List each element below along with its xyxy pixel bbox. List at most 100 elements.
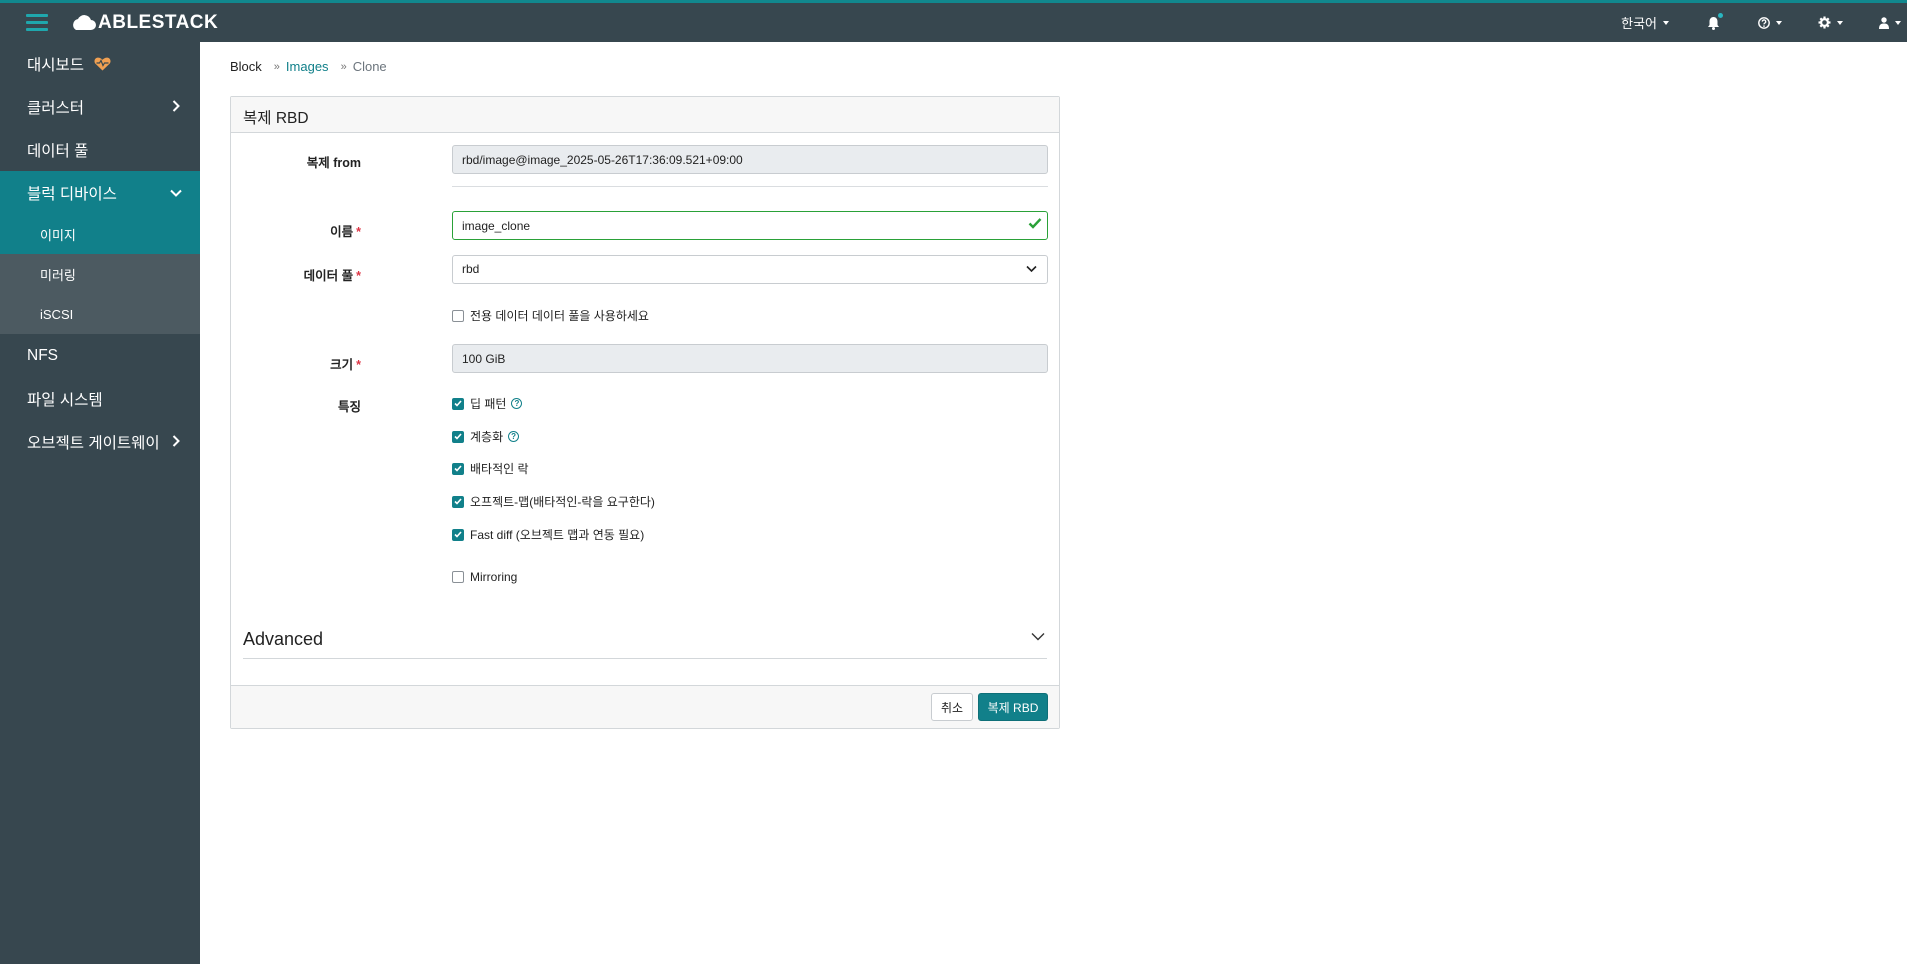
language-label: 한국어 <box>1621 16 1657 31</box>
sidebar-item-data-pool[interactable]: 데이터 풀 <box>0 128 200 171</box>
breadcrumb-block: Block <box>230 59 262 74</box>
clone-rbd-form: 복제 RBD 복제 from 이름* 데이터 풀* rbd 전용 데이터 데이터… <box>230 96 1060 729</box>
feature-label: 배타적인 락 <box>470 462 529 476</box>
sidebar-subitem-iscsi[interactable]: iSCSI <box>0 294 200 334</box>
menu-icon[interactable] <box>26 14 48 32</box>
gear-icon <box>1818 16 1831 29</box>
size-label-text: 크기 <box>330 358 354 372</box>
sidebar-subitem-images[interactable]: 이미지 <box>0 214 200 254</box>
pool-select-value: rbd <box>462 262 480 276</box>
brand-name: ABLESTACK <box>98 12 219 33</box>
size-field <box>452 344 1048 373</box>
checkbox-checked <box>452 495 464 508</box>
feature-label: Fast diff (오브젝트 맵과 연동 필요) <box>470 528 645 542</box>
required-mark: * <box>356 225 361 239</box>
heart-pulse-icon <box>94 57 111 70</box>
sidebar-submenu: 이미지 미러링 iSCSI <box>0 214 200 334</box>
name-input[interactable] <box>452 211 1048 240</box>
dedicated-pool-label: 전용 데이터 데이터 풀을 사용하세요 <box>470 309 649 323</box>
submit-clone-button[interactable]: 복제 RBD <box>978 693 1048 721</box>
breadcrumb-separator-icon: » <box>340 60 347 73</box>
checkbox-checked <box>452 462 464 475</box>
caret-down-icon <box>1776 20 1782 25</box>
sidebar-item-object-gateway[interactable]: 오브젝트 게이트웨이 <box>0 420 200 463</box>
caret-down-icon <box>1663 20 1669 25</box>
sidebar: 대시보드 클러스터 데이터 풀 블럭 디바이스 이미지 미러링 iSCSI NF… <box>0 42 200 964</box>
feature-label: 오프젝트-맵(배타적인-락을 요구한다) <box>470 495 655 509</box>
sidebar-item-cluster[interactable]: 클러스터 <box>0 85 200 128</box>
brand-logo[interactable]: ABLESTACK <box>70 12 218 34</box>
feature-deep-flatten-checkbox[interactable]: 딥 패턴 ? <box>452 395 523 412</box>
feature-object-map-checkbox[interactable]: 오프젝트-맵(배타적인-락을 요구한다) <box>452 493 655 510</box>
checkbox-box <box>452 571 464 583</box>
sidebar-item-label: 블럭 디바이스 <box>27 185 117 203</box>
help-icon <box>1758 16 1770 29</box>
sidebar-subitem-mirroring[interactable]: 미러링 <box>0 254 200 294</box>
form-title: 복제 RBD <box>231 97 1059 133</box>
breadcrumb-current: Clone <box>352 59 387 74</box>
chevron-right-icon <box>172 100 180 112</box>
help-dropdown[interactable] <box>1758 3 1782 42</box>
bell-icon <box>1708 16 1719 30</box>
settings-dropdown[interactable] <box>1818 3 1843 42</box>
language-dropdown[interactable]: 한국어 <box>1621 3 1669 42</box>
advanced-section-toggle[interactable]: Advanced <box>243 629 1047 659</box>
breadcrumb-separator-icon: » <box>273 60 280 73</box>
sidebar-item-dashboard[interactable]: 대시보드 <box>0 42 200 85</box>
sidebar-subitem-label: iSCSI <box>40 306 74 322</box>
cloud-logo-icon <box>73 15 96 30</box>
top-navbar: ABLESTACK 한국어 <box>0 0 1907 42</box>
help-circle-icon[interactable]: ? <box>511 398 523 409</box>
mirroring-checkbox[interactable]: Mirroring <box>452 570 517 584</box>
sidebar-item-label: 대시보드 <box>27 56 85 74</box>
checkbox-checked <box>452 528 464 541</box>
size-label: 크기 * <box>231 354 361 373</box>
checkbox-box <box>452 309 464 322</box>
sidebar-item-label: 파일 시스템 <box>27 391 103 409</box>
name-field-wrap <box>452 211 1048 240</box>
sidebar-subitem-label: 이미지 <box>40 227 76 243</box>
mirroring-label: Mirroring <box>470 570 518 584</box>
checkbox-checked <box>452 430 464 443</box>
advanced-label: Advanced <box>243 629 324 649</box>
sidebar-item-filesystem[interactable]: 파일 시스템 <box>0 377 200 420</box>
check-icon <box>454 433 462 440</box>
check-icon <box>454 465 462 472</box>
pool-label-text: 데이터 풀 <box>303 269 354 283</box>
cancel-button[interactable]: 취소 <box>931 693 973 721</box>
notifications-button[interactable] <box>1707 3 1723 42</box>
breadcrumb: Block » Images » Clone <box>230 59 387 74</box>
user-dropdown[interactable] <box>1879 3 1907 42</box>
clone-from-label: 복제 from <box>231 152 361 171</box>
required-mark: * <box>356 269 361 283</box>
feature-layering-checkbox[interactable]: 계층화 ? <box>452 428 520 445</box>
clone-from-label-text: 복제 from <box>306 156 361 170</box>
sidebar-item-label: 데이터 풀 <box>27 142 89 160</box>
clone-from-field <box>452 145 1048 174</box>
sidebar-item-block-device[interactable]: 블럭 디바이스 <box>0 171 200 214</box>
breadcrumb-images-link[interactable]: Images <box>286 59 329 74</box>
checkbox-checked <box>452 397 464 410</box>
check-icon <box>454 531 462 538</box>
feature-exclusive-lock-checkbox[interactable]: 배타적인 락 <box>452 460 529 477</box>
required-mark: * <box>356 358 361 372</box>
feature-label: 계층화 <box>470 430 504 444</box>
caret-down-icon <box>1837 20 1843 25</box>
notification-dot <box>1718 13 1723 18</box>
dedicated-pool-checkbox[interactable]: 전용 데이터 데이터 풀을 사용하세요 <box>452 307 649 324</box>
chevron-down-icon <box>1031 633 1045 641</box>
sidebar-item-label: 클러스터 <box>27 99 85 117</box>
help-circle-icon[interactable]: ? <box>508 431 520 442</box>
name-label: 이름 * <box>231 221 361 240</box>
user-icon <box>1879 16 1889 29</box>
feature-fast-diff-checkbox[interactable]: Fast diff (오브젝트 맵과 연동 필요) <box>452 526 644 543</box>
divider <box>452 186 1048 187</box>
sidebar-subitem-label: 미러링 <box>40 267 76 283</box>
pool-select[interactable]: rbd <box>452 255 1048 284</box>
check-icon <box>454 498 462 505</box>
chevron-right-icon <box>172 435 180 447</box>
chevron-down-icon <box>170 189 182 197</box>
sidebar-item-nfs[interactable]: NFS <box>0 334 200 377</box>
pool-label: 데이터 풀 * <box>231 265 361 284</box>
form-footer: 취소 복제 RBD <box>231 685 1059 728</box>
